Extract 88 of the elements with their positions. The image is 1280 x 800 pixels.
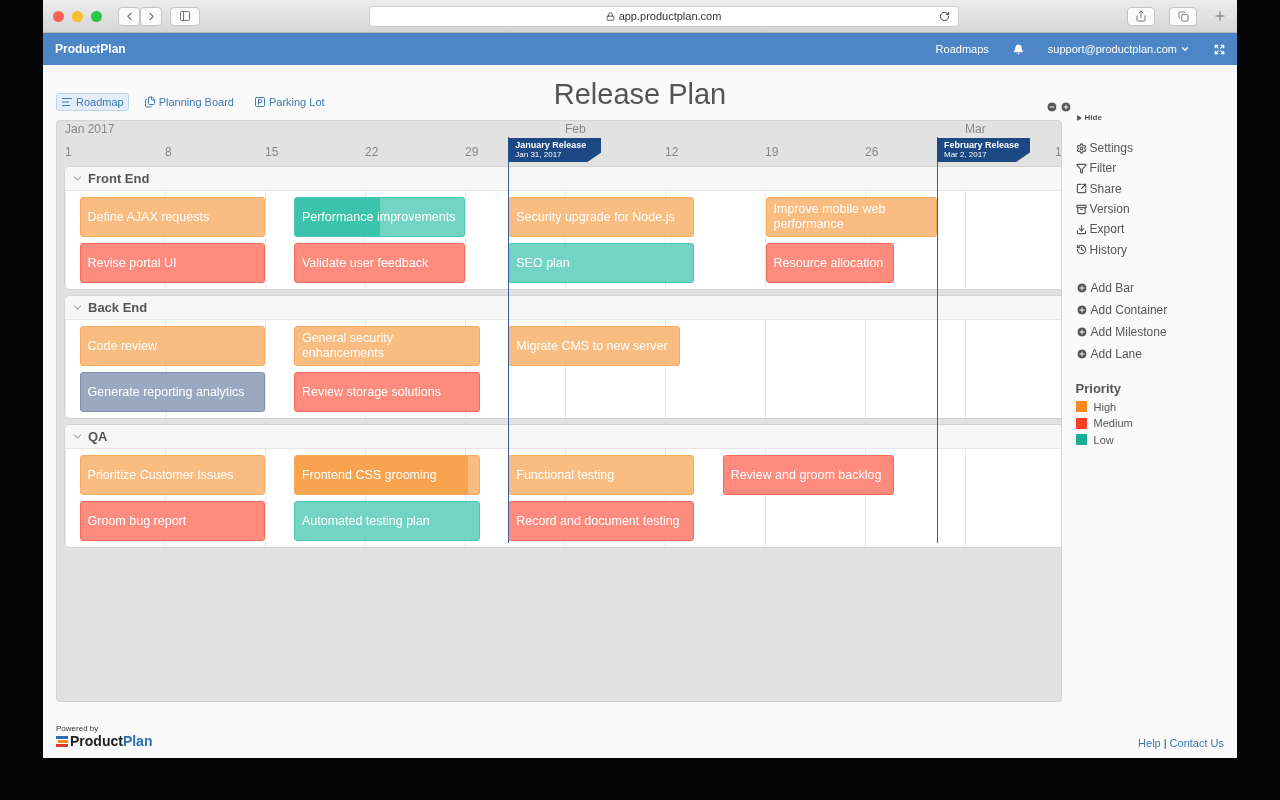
reload-icon[interactable] — [938, 10, 950, 22]
bell-icon[interactable] — [1012, 43, 1024, 55]
roadmap-bar[interactable]: Generate reporting analytics — [79, 372, 266, 412]
contact-link[interactable]: Contact Us — [1169, 737, 1224, 749]
account-menu[interactable]: support@productplan.com — [1047, 43, 1190, 55]
roadmap-bar[interactable]: Resource allocation — [765, 243, 895, 283]
page-title: Release Plan — [553, 78, 727, 112]
sidebar-icon — [179, 10, 191, 22]
sidebar-item[interactable]: Export — [1075, 219, 1224, 240]
share-icon — [1075, 183, 1087, 195]
share-button[interactable] — [1127, 6, 1155, 26]
milestone-flag[interactable]: February Release Mar 2, 2017 — [936, 138, 1030, 162]
lane-title: QA — [88, 429, 108, 444]
day-label: 1 — [65, 145, 73, 159]
day-label: 8 — [165, 145, 173, 159]
day-label: 19 — [765, 145, 779, 159]
logo: ProductPlan — [56, 733, 153, 749]
new-tab-icon[interactable] — [1213, 9, 1227, 23]
back-button[interactable] — [118, 6, 140, 26]
day-label: 12 — [665, 145, 679, 159]
milestone-flag[interactable]: January Release Jan 31, 2017 — [508, 138, 602, 162]
legend-label: High — [1093, 400, 1117, 413]
sidebar-item[interactable]: Filter — [1075, 158, 1224, 179]
address-bar[interactable]: app.productplan.com — [368, 5, 959, 27]
lane-title: Back End — [88, 300, 148, 315]
roadmap-bar[interactable]: Frontend CSS grooming — [293, 455, 480, 495]
roadmap-bar[interactable]: Groom bug report — [79, 501, 266, 541]
view-tab[interactable]: Roadmap — [56, 93, 129, 111]
roadmap-icon — [61, 96, 73, 108]
sidebar-item[interactable]: History — [1075, 239, 1224, 260]
zoom-in-icon[interactable] — [1060, 101, 1072, 113]
day-label: 22 — [365, 145, 379, 159]
day-label: 26 — [865, 145, 879, 159]
lane-title: Front End — [88, 171, 150, 186]
powered-by: Powered by — [56, 724, 100, 733]
brand-name[interactable]: ProductPlan — [55, 42, 126, 56]
plus-icon — [1075, 303, 1088, 316]
view-tab[interactable]: Parking Lot — [248, 93, 330, 111]
board-icon — [143, 96, 156, 108]
nav-link[interactable]: Roadmaps — [935, 43, 989, 55]
roadmap-bar[interactable]: Review and groom backlog — [722, 455, 895, 495]
minimize-button[interactable] — [72, 10, 83, 22]
roadmap-bar[interactable]: Review storage solutions — [293, 372, 480, 412]
tabs-button[interactable] — [1169, 6, 1197, 26]
sidebar-item[interactable]: Share — [1075, 178, 1224, 199]
roadmap-bar[interactable]: Record and document testing — [508, 501, 695, 541]
add-item[interactable]: Add Bar — [1075, 276, 1224, 299]
legend-label: Medium — [1093, 417, 1133, 430]
roadmap-bar[interactable]: Revise portal UI — [79, 243, 266, 283]
sidebar-button[interactable] — [170, 6, 200, 26]
separator: | — [1163, 737, 1167, 749]
plus-icon — [1075, 347, 1088, 360]
fullscreen-icon[interactable] — [1214, 43, 1225, 55]
plus-icon — [1075, 325, 1088, 338]
add-item[interactable]: Add Milestone — [1075, 320, 1224, 343]
roadmap-bar[interactable]: Validate user feedback — [293, 243, 466, 283]
zoom-button[interactable] — [91, 10, 102, 22]
archive-icon — [1075, 203, 1087, 215]
day-label: 29 — [465, 145, 479, 159]
hide-toggle[interactable]: Hide — [1075, 113, 1224, 122]
add-item[interactable]: Add Container — [1075, 298, 1224, 321]
download-icon — [1075, 223, 1087, 235]
tabs-icon — [1177, 10, 1189, 22]
legend-title: Priority — [1075, 380, 1123, 396]
lock-icon — [605, 11, 615, 21]
month-label: Feb — [565, 122, 586, 136]
sidebar-item[interactable]: Settings — [1075, 138, 1224, 159]
month-label: Jan 2017 — [65, 122, 115, 136]
triangle-icon — [1075, 114, 1082, 121]
day-label: 15 — [265, 145, 279, 159]
legend-label: Low — [1093, 433, 1114, 446]
view-tab[interactable]: Planning Board — [138, 93, 239, 111]
parking-icon — [253, 96, 266, 108]
filter-icon — [1075, 162, 1087, 174]
forward-button[interactable] — [140, 6, 162, 26]
add-item[interactable]: Add Lane — [1075, 342, 1224, 365]
sidebar-item[interactable]: Version — [1075, 198, 1224, 220]
roadmap-bar[interactable]: Performance improvements — [293, 197, 466, 237]
plus-icon — [1075, 281, 1088, 294]
share-icon — [1135, 10, 1147, 22]
help-link[interactable]: Help — [1138, 737, 1161, 749]
caret-icon — [1180, 44, 1190, 54]
zoom-out-icon[interactable] — [1046, 101, 1058, 113]
history-icon — [1075, 244, 1087, 256]
month-label: Mar — [965, 122, 986, 136]
day-label: 1 — [1055, 145, 1061, 159]
close-button[interactable] — [53, 10, 64, 22]
settings-icon — [1075, 142, 1087, 154]
